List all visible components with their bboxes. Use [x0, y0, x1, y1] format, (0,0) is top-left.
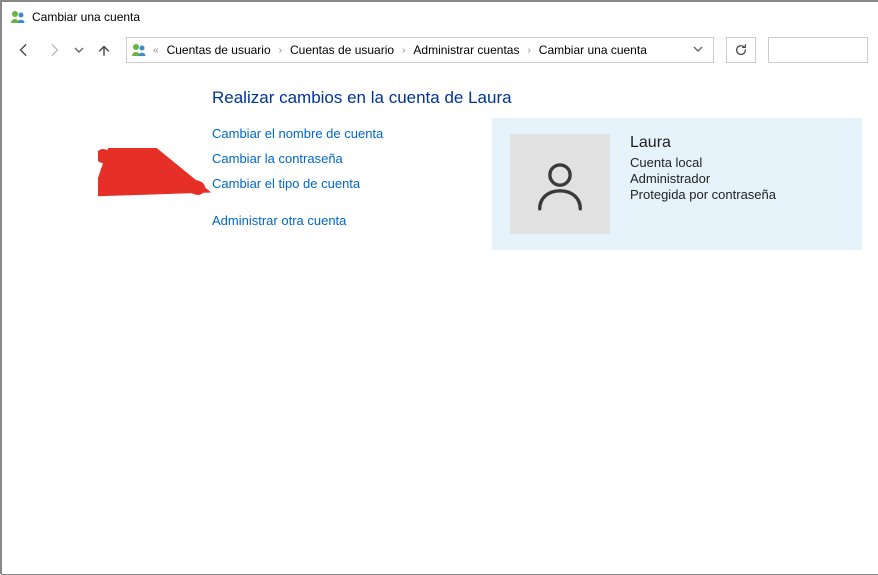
avatar [510, 134, 610, 234]
account-protection: Protegida por contraseña [630, 187, 776, 202]
breadcrumb-prefix: « [151, 45, 161, 56]
breadcrumb-item[interactable]: Cambiar una cuenta [535, 41, 651, 59]
breadcrumb-item[interactable]: Cuentas de usuario [163, 41, 275, 59]
refresh-button[interactable] [726, 37, 756, 63]
up-button[interactable] [92, 38, 116, 62]
chevron-right-icon: › [400, 45, 407, 56]
recent-locations-dropdown[interactable] [72, 45, 86, 55]
forward-button[interactable] [42, 38, 66, 62]
breadcrumb-item[interactable]: Administrar cuentas [409, 41, 523, 59]
account-role: Administrador [630, 171, 776, 186]
user-accounts-icon [131, 42, 147, 58]
breadcrumb-item[interactable]: Cuentas de usuario [286, 41, 398, 59]
title-bar: Cambiar una cuenta [2, 2, 878, 32]
window-title: Cambiar una cuenta [32, 10, 140, 24]
chevron-right-icon: › [525, 45, 532, 56]
content-area: Realizar cambios en la cuenta de Laura C… [2, 68, 878, 228]
page-title: Realizar cambios en la cuenta de Laura [212, 88, 878, 108]
breadcrumb: « Cuentas de usuario › Cuentas de usuari… [151, 41, 651, 59]
chevron-right-icon: › [277, 45, 284, 56]
nav-bar: « Cuentas de usuario › Cuentas de usuari… [2, 32, 878, 68]
address-bar[interactable]: « Cuentas de usuario › Cuentas de usuari… [126, 37, 714, 63]
account-kind: Cuenta local [630, 155, 776, 170]
account-info: Laura Cuenta local Administrador Protegi… [630, 134, 776, 234]
search-input[interactable] [768, 37, 868, 63]
back-button[interactable] [12, 38, 36, 62]
account-panel: Laura Cuenta local Administrador Protegi… [492, 118, 862, 250]
address-dropdown[interactable] [687, 43, 709, 57]
user-accounts-icon [10, 9, 26, 25]
account-name: Laura [630, 134, 776, 152]
